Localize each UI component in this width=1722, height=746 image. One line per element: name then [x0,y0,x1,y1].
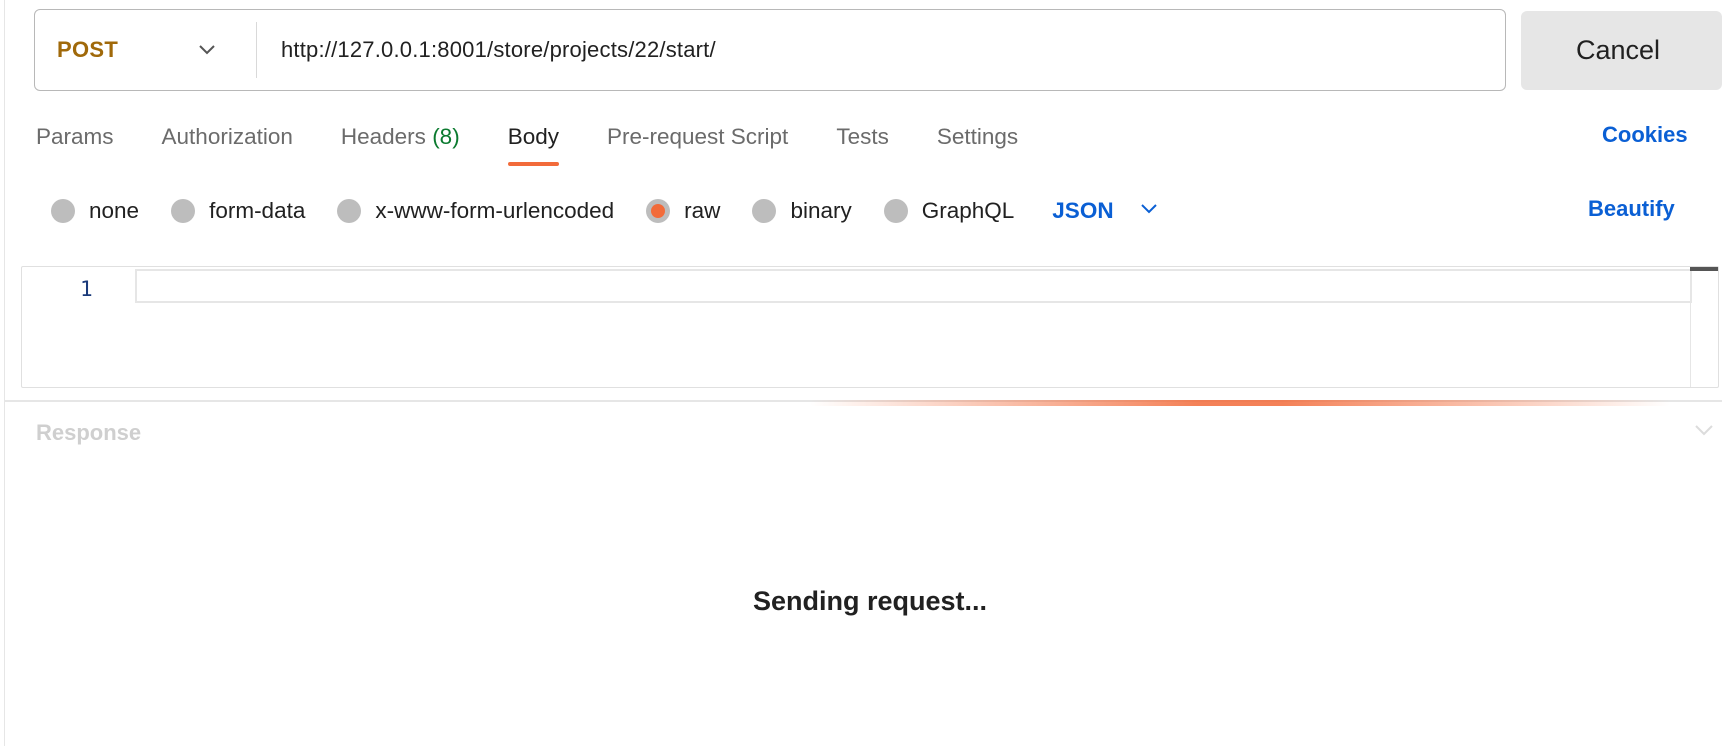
loading-progress-bar [810,400,1670,406]
chevron-down-icon[interactable] [1694,423,1714,441]
radio-button[interactable] [752,199,777,223]
radio-x-www-form-urlencoded[interactable]: x-www-form-urlencoded [337,198,614,224]
tab-pre-request-script[interactable]: Pre-request Script [607,118,788,170]
tab-params[interactable]: Params [36,118,114,170]
headers-count: (8) [432,124,460,149]
radio-raw[interactable]: raw [646,198,720,224]
body-editor[interactable]: 1 [21,266,1719,388]
tab-settings[interactable]: Settings [937,118,1018,170]
tab-authorization[interactable]: Authorization [162,118,293,170]
cancel-button[interactable]: Cancel [1521,11,1722,90]
radio-button-selected[interactable] [646,199,671,223]
scrollbar-thumb[interactable] [1690,267,1718,271]
radio-button[interactable] [337,199,362,223]
response-title: Response [36,420,142,445]
radio-binary[interactable]: binary [752,198,852,224]
body-language-select[interactable]: JSON [1052,198,1157,224]
radio-form-data[interactable]: form-data [171,198,305,224]
left-panel-border [4,0,5,746]
radio-button[interactable] [171,199,196,223]
request-tabs: Params Authorization Headers (8) Body Pr… [36,118,1066,174]
cookies-link[interactable]: Cookies [1602,122,1688,148]
radio-button[interactable] [883,199,908,223]
editor-scrollbar[interactable] [1690,267,1718,387]
radio-graphql[interactable]: GraphQL [883,198,1014,224]
chevron-down-icon [1140,202,1158,220]
tab-tests[interactable]: Tests [836,118,889,170]
radio-button[interactable] [51,199,75,223]
radio-none[interactable]: none [51,198,139,224]
url-input[interactable]: http://127.0.0.1:8001/store/projects/22/… [257,37,716,63]
method-selector[interactable]: POST [35,22,257,78]
beautify-button[interactable]: Beautify [1588,196,1675,222]
chevron-down-icon [196,39,218,61]
request-url-bar: POST http://127.0.0.1:8001/store/project… [34,9,1506,91]
method-label: POST [57,37,119,62]
tab-body[interactable]: Body [507,118,560,170]
current-line-highlight[interactable] [135,269,1692,303]
body-language-label: JSON [1052,198,1114,223]
body-type-options: none form-data x-www-form-urlencoded raw… [51,194,1158,228]
tab-headers[interactable]: Headers (8) [341,118,460,170]
line-number: 1 [80,277,93,301]
sending-request-status: Sending request... [752,586,988,616]
